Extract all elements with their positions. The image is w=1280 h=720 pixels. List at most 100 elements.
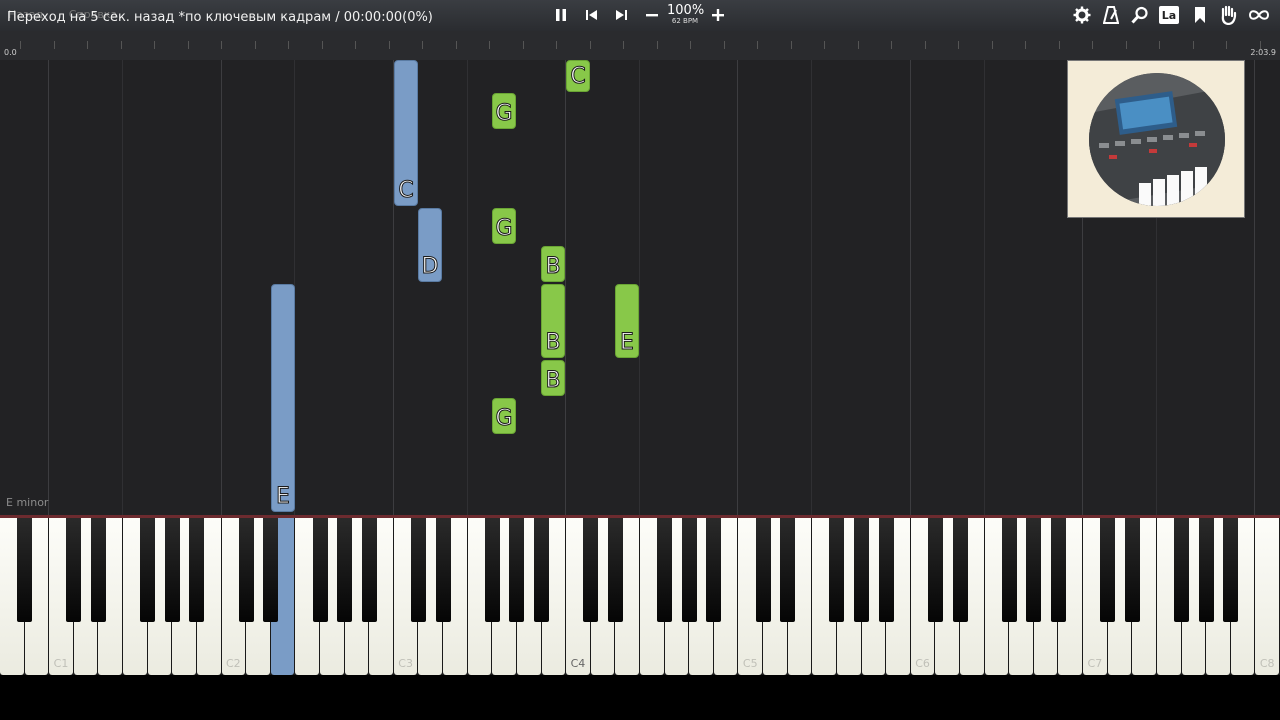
timeline-tick <box>589 41 591 49</box>
note-right-hand: B <box>541 360 565 396</box>
timeline-tick <box>1159 41 1160 49</box>
black-key[interactable] <box>17 518 33 622</box>
black-key[interactable] <box>534 518 550 622</box>
black-key[interactable] <box>583 518 599 622</box>
black-key[interactable] <box>238 518 254 622</box>
black-key[interactable] <box>484 518 500 622</box>
timeline-tick <box>254 41 256 49</box>
bookmark-icon <box>1195 7 1205 23</box>
guide-line <box>983 60 985 515</box>
black-key[interactable] <box>854 518 870 622</box>
black-key[interactable] <box>1026 518 1042 622</box>
black-key[interactable] <box>755 518 771 622</box>
black-key[interactable] <box>1100 518 1116 622</box>
black-key[interactable] <box>164 518 180 622</box>
black-key[interactable] <box>1050 518 1066 622</box>
black-key[interactable] <box>66 518 82 622</box>
note-right-hand: C <box>566 60 590 92</box>
hand-button[interactable] <box>1216 4 1240 26</box>
loop-button[interactable] <box>1247 4 1271 26</box>
gear-icon <box>1073 6 1091 24</box>
octave-label: C8 <box>1259 657 1275 670</box>
note-label: C <box>398 178 414 204</box>
octave-label: C6 <box>915 657 930 670</box>
keyboard-photo <box>1089 73 1225 206</box>
black-key[interactable] <box>1124 518 1140 622</box>
black-key[interactable] <box>1223 518 1239 622</box>
timeline-tick <box>1058 41 1060 49</box>
black-key[interactable] <box>952 518 968 622</box>
black-key[interactable] <box>1198 518 1214 622</box>
skip-back-button[interactable] <box>580 4 604 26</box>
label-icon-text: La <box>1161 8 1177 22</box>
octave-label: C1 <box>53 657 69 670</box>
black-key[interactable] <box>140 518 156 622</box>
black-key[interactable] <box>780 518 796 622</box>
black-key[interactable] <box>312 518 328 622</box>
note-label: C <box>570 64 586 90</box>
timeline-tick <box>288 41 289 49</box>
octave-label: C7 <box>1087 657 1103 670</box>
octave-label: C3 <box>398 657 413 670</box>
video-thumbnail <box>1067 60 1245 218</box>
timeline-tick <box>221 41 222 49</box>
black-key[interactable] <box>361 518 377 622</box>
black-key[interactable] <box>878 518 894 622</box>
black-key[interactable] <box>681 518 697 622</box>
note-right-hand: G <box>492 398 516 434</box>
pause-button[interactable] <box>549 4 573 26</box>
note-right-hand: G <box>492 208 516 244</box>
note-right-hand: B <box>541 284 565 358</box>
black-key[interactable] <box>1174 518 1190 622</box>
zoom-in-button[interactable] <box>706 4 730 26</box>
black-key[interactable] <box>657 518 673 622</box>
timeline-tick <box>656 41 658 49</box>
octave-label: C5 <box>742 657 758 670</box>
note-left-hand: C <box>394 60 418 206</box>
black-key[interactable] <box>90 518 106 622</box>
note-right-hand: E <box>615 284 639 358</box>
black-key[interactable] <box>410 518 426 622</box>
guide-line <box>737 60 739 515</box>
zoom-out-button[interactable] <box>640 4 664 26</box>
timeline-tick <box>355 41 356 49</box>
octave-label: C2 <box>225 657 241 670</box>
settings-button[interactable] <box>1070 4 1094 26</box>
bookmark-button[interactable] <box>1188 4 1212 26</box>
note-left-hand: E <box>271 284 295 512</box>
guide-line <box>565 60 567 515</box>
status-message: Переход на 5 сек. назад *по ключевым кад… <box>7 10 433 25</box>
black-key[interactable] <box>1001 518 1017 622</box>
black-key[interactable] <box>706 518 722 622</box>
black-key[interactable] <box>189 518 205 622</box>
black-key[interactable] <box>263 518 279 622</box>
black-key[interactable] <box>435 518 451 622</box>
black-key[interactable] <box>337 518 353 622</box>
label-icon: La <box>1159 6 1179 24</box>
guide-line <box>811 60 813 515</box>
search-button[interactable] <box>1128 4 1152 26</box>
timeline-tick <box>120 41 122 49</box>
timeline-tick <box>388 41 390 49</box>
top-toolbar: Назад Справка Переход на 5 сек. назад *п… <box>0 0 1280 32</box>
black-key[interactable] <box>607 518 623 622</box>
note-label: B <box>545 368 561 394</box>
timeline-bar[interactable]: 0.0 2:03.9 <box>0 31 1280 60</box>
piano-keyboard[interactable]: C1 C2 C3 C4 C5 C6 C7 C8 <box>0 518 1280 675</box>
note-left-hand: D <box>418 208 442 282</box>
skip-forward-icon <box>616 10 627 20</box>
metronome-button[interactable] <box>1099 4 1123 26</box>
loop-icon <box>1248 10 1270 20</box>
skip-forward-button[interactable] <box>609 4 633 26</box>
black-key[interactable] <box>927 518 943 622</box>
note-label-button[interactable]: La <box>1157 4 1181 26</box>
timeline-tick <box>623 41 624 49</box>
white-key[interactable]: C8 <box>1255 518 1279 675</box>
timeline-tick <box>187 41 189 49</box>
black-key[interactable] <box>829 518 845 622</box>
timeline-tick <box>790 41 792 49</box>
timeline-tick <box>20 41 21 49</box>
note-label: B <box>545 330 561 356</box>
black-key[interactable] <box>509 518 525 622</box>
timeline-tick <box>857 41 859 49</box>
